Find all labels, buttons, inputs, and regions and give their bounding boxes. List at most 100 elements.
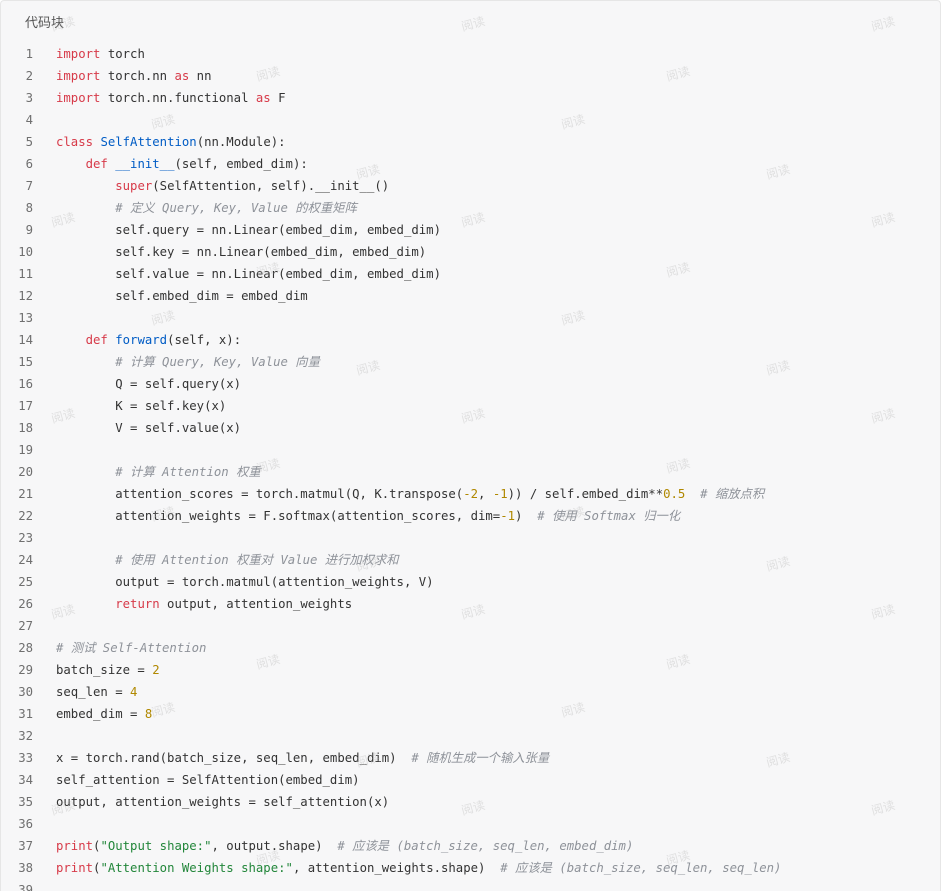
code-token: __init__ [115, 157, 175, 171]
code-token: torch.nn.functional [100, 91, 256, 105]
line-number: 21 [18, 487, 33, 501]
line-source: self_attention = SelfAttention(embed_dim… [56, 769, 940, 791]
line-number: 34 [18, 773, 33, 787]
code-token: )) / self.embed_dim** [507, 487, 664, 501]
line-number: 38 [18, 861, 33, 875]
code-token: print [56, 861, 94, 875]
code-token: V = self.value(x) [56, 421, 242, 435]
code-token: "Output shape:" [100, 839, 212, 853]
code-line: 33 x = torch.rand(batch_size, seq_len, em… [1, 747, 940, 769]
code-token: # 缩放点积 [700, 487, 765, 501]
code-line: 14 def forward(self, x): [1, 329, 940, 351]
code-line: 8 # 定义 Query, Key, Value 的权重矩阵 [1, 197, 940, 219]
code-token: attention_weights = F.softmax(attention_… [56, 509, 501, 523]
code-line: 36 [1, 813, 940, 835]
code-token: # 使用 Softmax 归一化 [537, 509, 681, 523]
code-line: 3 import torch.nn.functional as F [1, 87, 940, 109]
line-source: attention_scores = torch.matmul(Q, K.tra… [56, 483, 940, 505]
code-line: 6 def __init__(self, embed_dim): [1, 153, 940, 175]
code-line: 10 self.key = nn.Linear(embed_dim, embed… [1, 241, 940, 263]
code-token: import [56, 47, 101, 61]
code-line: 11 self.value = nn.Linear(embed_dim, emb… [1, 263, 940, 285]
line-number: 18 [18, 421, 33, 435]
line-source: seq_len = 4 [56, 681, 940, 703]
code-token: as [255, 91, 271, 105]
code-token: # 应该是 (batch_size, seq_len, seq_len) [500, 861, 782, 875]
code-token: (self, embed_dim): [174, 157, 308, 171]
line-number: 8 [25, 201, 33, 215]
line-number: 17 [18, 399, 33, 413]
code-token: 0.5 [663, 487, 686, 501]
line-number: 6 [25, 157, 33, 171]
line-source: embed_dim = 8 [56, 703, 940, 725]
code-token: , [478, 487, 493, 501]
code-line: 18 V = self.value(x) [1, 417, 940, 439]
code-token: def [85, 157, 108, 171]
line-number: 10 [18, 245, 33, 259]
line-number: 13 [18, 311, 33, 325]
line-number: 26 [18, 597, 33, 611]
line-source: print("Output shape:", output.shape) # 应… [56, 835, 940, 857]
line-number: 9 [25, 223, 33, 237]
line-source: def forward(self, x): [56, 329, 940, 351]
code-line: 37 print("Output shape:", output.shape) #… [1, 835, 940, 857]
code-token: # 计算 Attention 权重 [115, 465, 261, 479]
code-token: Q = self.query(x) [56, 377, 242, 391]
line-source [56, 439, 940, 461]
code-token: 4 [130, 685, 138, 699]
line-source [56, 813, 940, 835]
code-line: 30 seq_len = 4 [1, 681, 940, 703]
code-token: -1 [500, 509, 516, 523]
code-token: super [115, 179, 153, 193]
code-token: (self, x): [167, 333, 242, 347]
code-token: print [56, 839, 94, 853]
code-line: 17 K = self.key(x) [1, 395, 940, 417]
code-token: embed_dim = [56, 707, 145, 721]
code-token: -1 [492, 487, 508, 501]
line-source: # 测试 Self-Attention [56, 637, 940, 659]
code-token: nn [189, 69, 212, 83]
line-number: 19 [18, 443, 33, 457]
line-number: 33 [18, 751, 33, 765]
line-number: 27 [18, 619, 33, 633]
line-source: self.embed_dim = embed_dim [56, 285, 940, 307]
code-token: self_attention = SelfAttention(embed_dim… [56, 773, 360, 787]
line-source [56, 109, 940, 131]
code-token: F [270, 91, 286, 105]
code-token: ) [515, 509, 538, 523]
code-token: K = self.key(x) [56, 399, 227, 413]
line-number: 36 [18, 817, 33, 831]
code-line: 32 [1, 725, 940, 747]
line-number: 4 [25, 113, 33, 127]
code-line: 22 attention_weights = F.softmax(attenti… [1, 505, 940, 527]
code-token: (nn.Module): [196, 135, 286, 149]
code-token: self.query = nn.Linear(embed_dim, embed_… [56, 223, 441, 237]
line-number: 25 [18, 575, 33, 589]
code-token: SelfAttention [100, 135, 197, 149]
code-line: 34 self_attention = SelfAttention(embed_d… [1, 769, 940, 791]
line-source: K = self.key(x) [56, 395, 940, 417]
line-source: attention_weights = F.softmax(attention_… [56, 505, 940, 527]
code-token: self.key = nn.Linear(embed_dim, embed_di… [56, 245, 427, 259]
code-line: 16 Q = self.query(x) [1, 373, 940, 395]
code-token: output, attention_weights [159, 597, 353, 611]
line-source: V = self.value(x) [56, 417, 940, 439]
code-token: return [115, 597, 160, 611]
code-token: as [174, 69, 190, 83]
code-token: # 应该是 (batch_size, seq_len, embed_dim) [337, 839, 634, 853]
code-line: 27 [1, 615, 940, 637]
code-body[interactable]: 1 import torch 2 import torch.nn as nn 3 impo… [1, 41, 940, 891]
code-line: 26 return output, attention_weights [1, 593, 940, 615]
line-source: self.key = nn.Linear(embed_dim, embed_di… [56, 241, 940, 263]
line-number: 35 [18, 795, 33, 809]
line-source: # 使用 Attention 权重对 Value 进行加权求和 [56, 549, 940, 571]
line-source [56, 725, 940, 747]
code-line: 7 super(SelfAttention, self).__init__() [1, 175, 940, 197]
line-source: x = torch.rand(batch_size, seq_len, embe… [56, 747, 940, 769]
code-token: output = torch.matmul(attention_weights,… [56, 575, 434, 589]
code-line: 28 # 测试 Self-Attention [1, 637, 940, 659]
code-token: # 测试 Self-Attention [56, 641, 207, 655]
